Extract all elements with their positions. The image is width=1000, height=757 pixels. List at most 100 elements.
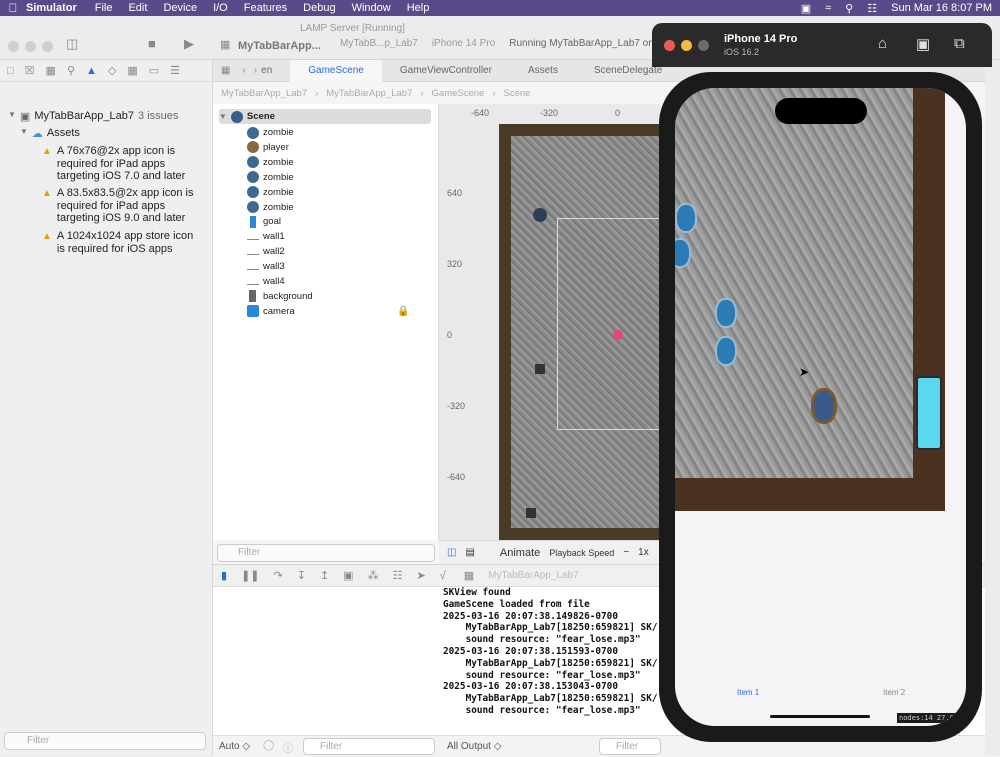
run-destination[interactable]: iPhone 14 Pro bbox=[432, 38, 495, 49]
step-over-icon[interactable]: ↷ bbox=[274, 569, 283, 582]
animate-button[interactable]: Animate bbox=[500, 547, 540, 559]
apple-icon[interactable]:  bbox=[0, 1, 26, 15]
outline-node[interactable]: goal bbox=[247, 214, 281, 229]
tab-gamescene[interactable]: GameScene bbox=[290, 59, 382, 82]
outline-node[interactable]: zombie bbox=[247, 185, 294, 200]
outline-node[interactable]: zombie bbox=[247, 200, 294, 215]
speed-value[interactable]: 1x bbox=[638, 547, 649, 558]
tab-gameviewcontroller[interactable]: GameViewController bbox=[382, 65, 510, 76]
disclosure-icon[interactable]: ▼ bbox=[20, 127, 28, 136]
warning-row[interactable]: ▲ A 83.5x83.5@2x app icon is required fo… bbox=[42, 187, 197, 225]
outline-node[interactable]: wall1 bbox=[247, 229, 285, 244]
back-icon[interactable]: ‹ bbox=[238, 65, 249, 76]
grid-icon[interactable]: ▦ bbox=[213, 65, 238, 76]
tab-item-2[interactable]: Item 2 bbox=[883, 688, 905, 697]
menu-io[interactable]: I/O bbox=[213, 2, 228, 14]
disclosure-icon[interactable]: ▼ bbox=[219, 112, 227, 121]
outline-toggle-icon[interactable]: ◫ bbox=[447, 547, 456, 558]
outline-node[interactable]: zombie bbox=[247, 155, 294, 170]
outline-node[interactable]: player bbox=[247, 140, 289, 155]
forward-icon[interactable]: › bbox=[250, 65, 261, 76]
window-switch-icon[interactable]: ▣ bbox=[801, 2, 811, 15]
variables-filter[interactable]: Filter bbox=[303, 738, 435, 755]
control-center-icon[interactable]: ☷ bbox=[867, 2, 877, 15]
speed-decrement-button[interactable]: − bbox=[623, 547, 629, 558]
scheme-selector[interactable]: MyTabB...p_Lab7 iPhone 14 Pro Running My… bbox=[340, 38, 654, 49]
breakpoints-toggle-icon[interactable]: ▮ bbox=[221, 569, 227, 582]
disclosure-icon[interactable]: ▼ bbox=[8, 110, 16, 119]
scene-kit-icon[interactable]: √ bbox=[440, 570, 446, 582]
auto-variables-selector[interactable]: Auto ◇ bbox=[219, 741, 250, 752]
view-hierarchy-icon[interactable]: ▣ bbox=[343, 569, 353, 582]
search-icon[interactable]: ⚲ bbox=[845, 2, 853, 15]
outline-node[interactable]: zombie bbox=[247, 125, 294, 140]
menu-edit[interactable]: Edit bbox=[128, 2, 147, 14]
output-selector[interactable]: All Output ◇ bbox=[447, 741, 501, 752]
test-icon[interactable]: ◇ bbox=[108, 64, 116, 77]
project-title[interactable]: MyTabBarApp... bbox=[238, 40, 321, 52]
tab-assets[interactable]: Assets bbox=[510, 65, 576, 76]
breakpoint-icon[interactable]: ▭ bbox=[149, 64, 159, 77]
zoom-window-button[interactable] bbox=[42, 41, 53, 52]
outline-node[interactable]: background bbox=[247, 289, 313, 304]
pause-icon[interactable]: ❚❚ bbox=[241, 569, 259, 582]
scene-preview[interactable] bbox=[499, 124, 660, 540]
folder-icon[interactable]: □ bbox=[7, 65, 14, 77]
debug-icon[interactable]: ▦ bbox=[127, 64, 137, 77]
project-row[interactable]: ▼ ▣ MyTabBarApp_Lab7 3 issues bbox=[8, 110, 178, 123]
step-out-icon[interactable]: ↥ bbox=[320, 569, 329, 582]
zoom-window-button[interactable] bbox=[698, 40, 709, 51]
issue-warning-icon[interactable]: ▲ bbox=[86, 65, 97, 77]
find-icon[interactable]: ⚲ bbox=[67, 64, 75, 77]
tab-bar[interactable]: Item 1 Item 2 bbox=[675, 688, 966, 708]
outline-node[interactable]: wall2 bbox=[247, 244, 285, 259]
environment-icon[interactable]: ☷ bbox=[393, 569, 403, 582]
clock[interactable]: Sun Mar 16 8:07 PM bbox=[891, 2, 992, 14]
outline-node[interactable]: wall4 bbox=[247, 274, 285, 289]
tab-storyboard[interactable]: en bbox=[261, 65, 290, 76]
breadcrumb-item[interactable]: MyTabBarApp_Lab7 bbox=[326, 88, 412, 99]
outline-node[interactable]: zombie bbox=[247, 170, 294, 185]
rotate-icon[interactable]: ⧉ bbox=[954, 35, 965, 52]
run-icon[interactable]: ▶ bbox=[184, 36, 194, 52]
home-indicator[interactable] bbox=[770, 715, 870, 718]
menu-help[interactable]: Help bbox=[407, 2, 430, 14]
iphone-screen[interactable]: Item 1 Item 2 nodes:14 27.0 bbox=[675, 88, 966, 726]
scene-editor-canvas[interactable]: -640 -320 0 640 320 0 -320 -640 bbox=[439, 104, 660, 540]
outline-node[interactable]: camera bbox=[247, 304, 295, 319]
eye-icon[interactable]: ◯ bbox=[263, 740, 274, 751]
menu-file[interactable]: File bbox=[95, 2, 113, 14]
breadcrumb-item[interactable]: MyTabBarApp_Lab7 bbox=[221, 88, 307, 99]
minimize-window-button[interactable] bbox=[25, 41, 36, 52]
debug-area-toggle-icon[interactable]: ▤ bbox=[465, 547, 474, 558]
warning-row[interactable]: ▲ A 1024x1024 app store icon is required… bbox=[42, 230, 197, 255]
memory-graph-icon[interactable]: ⁂ bbox=[368, 569, 379, 582]
outline-root-row[interactable]: ▼ Scene bbox=[219, 109, 431, 124]
step-into-icon[interactable]: ↧ bbox=[297, 569, 306, 582]
warning-row[interactable]: ▲ A 76x76@2x app icon is required for iP… bbox=[42, 145, 197, 183]
outline-filter[interactable]: Filter bbox=[217, 544, 435, 562]
symbol-icon[interactable]: ▦ bbox=[46, 64, 56, 77]
zombie-sprite[interactable] bbox=[526, 508, 536, 518]
tab-item-1[interactable]: Item 1 bbox=[737, 688, 759, 697]
menu-debug[interactable]: Debug bbox=[303, 2, 335, 14]
lock-icon[interactable]: 🔒 bbox=[397, 306, 409, 317]
home-icon[interactable]: ⌂ bbox=[878, 35, 887, 52]
screenshot-icon[interactable]: ▣ bbox=[916, 35, 930, 53]
scheme-name[interactable]: MyTabB...p_Lab7 bbox=[340, 38, 418, 49]
breadcrumb-item[interactable]: Scene bbox=[504, 88, 531, 99]
stop-icon[interactable]: ■ bbox=[148, 36, 156, 51]
console-output[interactable]: SKView found GameScene loaded from file 20… bbox=[439, 587, 659, 735]
menu-app-name[interactable]: Simulator bbox=[26, 2, 77, 14]
breadcrumb-item[interactable]: GameScene bbox=[432, 88, 485, 99]
player-sprite[interactable] bbox=[533, 208, 547, 222]
zombie-sprite[interactable] bbox=[535, 364, 545, 374]
sidebar-toggle-icon[interactable]: ◫ bbox=[66, 36, 78, 52]
minimize-window-button[interactable] bbox=[681, 40, 692, 51]
report-icon[interactable]: ☰ bbox=[170, 64, 180, 77]
console-filter[interactable]: Filter bbox=[599, 738, 661, 755]
source-control-icon[interactable]: ☒ bbox=[25, 64, 35, 77]
game-view[interactable] bbox=[675, 88, 945, 511]
menu-window[interactable]: Window bbox=[352, 2, 391, 14]
close-window-button[interactable] bbox=[664, 40, 675, 51]
